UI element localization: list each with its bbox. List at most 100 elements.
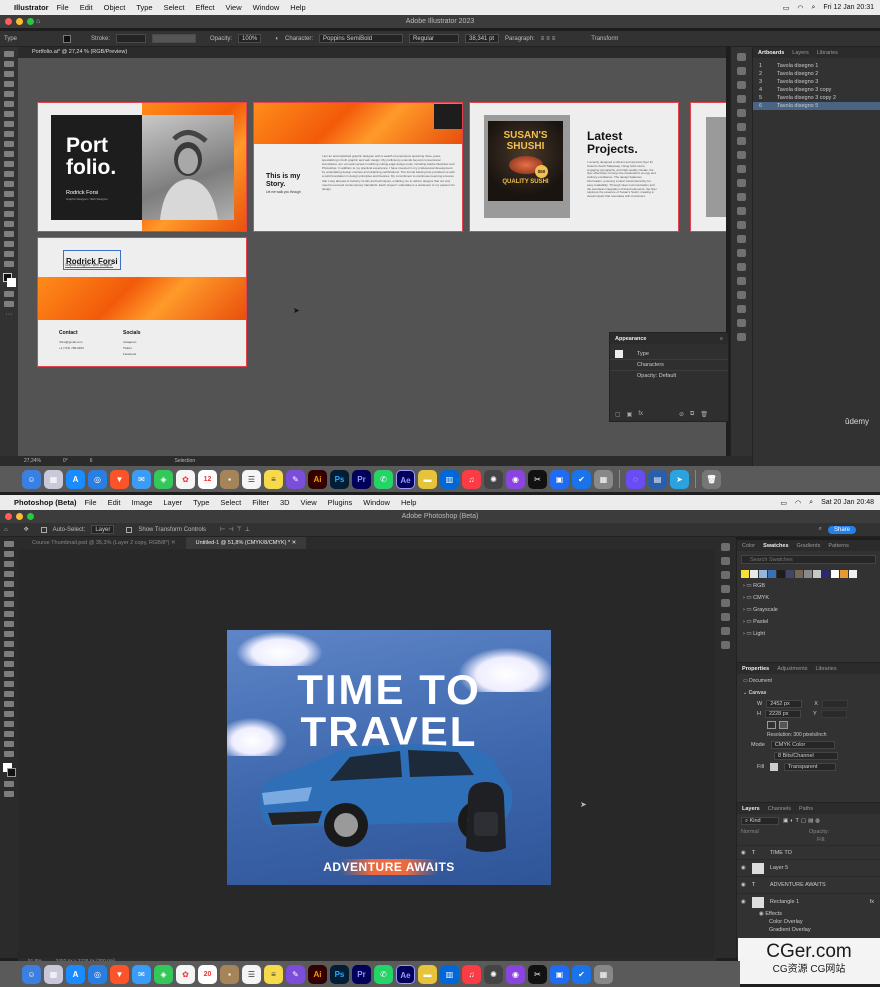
layer-row[interactable]: ◉ Rectangle 1 fx	[737, 893, 880, 910]
eraser-tool-icon[interactable]	[4, 151, 14, 157]
calculator-icon[interactable]: ▦	[594, 469, 613, 489]
reminders-icon[interactable]: ☰	[242, 469, 261, 489]
tasks-icon[interactable]: ✔	[572, 469, 591, 489]
safari-icon[interactable]: ◎	[88, 469, 107, 489]
character-link[interactable]: Character:	[285, 36, 313, 42]
direct-selection-tool-icon[interactable]	[4, 61, 14, 67]
swatch-chip[interactable]	[750, 570, 758, 578]
swatch-chip[interactable]	[840, 570, 848, 578]
screen-mode-icon[interactable]	[4, 301, 14, 307]
capcut-icon[interactable]: ✂	[528, 469, 547, 489]
ai-doc-tab[interactable]: Portfolio.ai* @ 27,24 % (RGB/Preview)	[18, 47, 726, 58]
height-field[interactable]: 2228 px	[764, 710, 801, 718]
tab-color[interactable]: Color	[742, 543, 755, 549]
layer-filter-icons[interactable]: ▣◐T▢▤◍	[783, 818, 822, 824]
fill-swatch[interactable]	[770, 763, 779, 771]
x-field[interactable]	[821, 700, 848, 708]
eyedropper-tool-icon[interactable]	[4, 221, 14, 227]
magic-wand-tool-icon[interactable]	[4, 71, 14, 77]
portrait-orientation-icon[interactable]	[767, 721, 776, 729]
after-effects-icon[interactable]: Ae	[396, 964, 415, 984]
appearance-characters-row[interactable]: Characters	[610, 359, 728, 370]
preview-icon[interactable]: ▤	[648, 469, 667, 489]
podcasts-icon[interactable]: ◉	[506, 469, 525, 489]
whatsapp-icon[interactable]: ✆	[374, 964, 393, 984]
ai-menu-edit[interactable]: Edit	[80, 3, 93, 12]
blend-tool-icon[interactable]	[4, 231, 14, 237]
close-icon[interactable]	[5, 18, 12, 25]
artboard-row[interactable]: 1 Tavola disegno 1	[753, 62, 880, 70]
path-selection-tool-icon[interactable]	[4, 721, 14, 727]
ps-clock[interactable]: Sat 20 Jan 20:48	[821, 499, 874, 506]
swatch-chip[interactable]	[813, 570, 821, 578]
layers-panel-icon[interactable]	[737, 305, 746, 313]
blend-mode-dropdown[interactable]: Normal	[741, 829, 785, 835]
artboard-3[interactable]: SUSAN'S SHUSHI $50 QUALITY SUSHI Latest …	[469, 102, 679, 232]
pathfinder-panel-icon[interactable]	[737, 221, 746, 229]
fx-icon[interactable]: fx	[638, 411, 643, 418]
font-field[interactable]: Poppins SemiBold	[319, 34, 404, 43]
tab-libraries[interactable]: Libraries	[815, 666, 836, 672]
selection-tool-icon[interactable]	[4, 51, 14, 57]
effect-item[interactable]: Color Overlay	[737, 918, 880, 926]
trello-icon[interactable]: ▥	[440, 964, 459, 984]
ai-angle-field[interactable]: 0°	[63, 456, 68, 466]
add-fill-icon[interactable]: ▣	[627, 411, 633, 418]
ps-menu-help[interactable]: Help	[401, 498, 416, 507]
healing-brush-tool-icon[interactable]	[4, 621, 14, 627]
tasks-icon[interactable]: ✔	[572, 964, 591, 984]
artboard-tool-icon[interactable]	[4, 241, 14, 247]
swatch-chip[interactable]	[849, 570, 857, 578]
mode-dropdown[interactable]: CMYK Color	[770, 741, 835, 749]
stroke-panel-icon[interactable]	[737, 151, 746, 159]
quick-mask-icon[interactable]	[4, 781, 14, 787]
tab-libraries[interactable]: Libraries	[817, 50, 838, 56]
battery-icon[interactable]: ▭	[780, 499, 787, 507]
visibility-eye-icon[interactable]: ◉	[741, 846, 746, 859]
width-field[interactable]: 2452 px	[766, 700, 803, 708]
minimize-icon[interactable]	[16, 18, 23, 25]
ps-menu-plugins[interactable]: Plugins	[328, 498, 353, 507]
align-icons[interactable]: ≡≡≡	[541, 36, 558, 42]
mail-icon[interactable]: ✉	[132, 964, 151, 984]
fill-dropdown[interactable]: Transparent	[784, 763, 837, 771]
type-tool-icon[interactable]	[4, 121, 14, 127]
brush-settings-icon[interactable]	[720, 585, 730, 593]
photos-icon[interactable]: ✿	[176, 469, 195, 489]
draw-mode-icon[interactable]	[4, 291, 14, 297]
zoom-tool-icon[interactable]	[4, 261, 14, 267]
notes-icon[interactable]: ≡	[264, 964, 283, 984]
libraries-panel-icon[interactable]	[737, 67, 746, 75]
eyedropper-tool-icon[interactable]	[4, 611, 14, 617]
tab-swatches[interactable]: Swatches	[763, 543, 788, 549]
artboard-row[interactable]: 3 Tavola disegno 3	[753, 78, 880, 86]
capcut-icon[interactable]: ✂	[528, 964, 547, 984]
dodge-tool-icon[interactable]	[4, 691, 14, 697]
swatch-group[interactable]: › ▭ CMYK	[737, 594, 880, 602]
music-icon[interactable]: ♫	[462, 469, 481, 489]
opentype-panel-icon[interactable]	[737, 277, 746, 285]
notes-box-icon[interactable]: ▪	[220, 964, 239, 984]
after-effects-icon[interactable]: Ae	[396, 469, 415, 489]
panel-menu-icon[interactable]: ≡	[720, 336, 723, 342]
duplicate-item-icon[interactable]: ⧉	[690, 411, 694, 418]
launchpad-icon[interactable]: ▦	[44, 469, 63, 489]
history-panel-icon[interactable]	[720, 543, 730, 551]
gradient-tool-icon[interactable]	[4, 211, 14, 217]
folder-icon[interactable]: ▬	[418, 964, 437, 984]
swatch-group[interactable]: › ▭ Light	[737, 630, 880, 638]
doc-tab-course-thumbnail[interactable]: Course Thumbnail.psd @ 35,3% (Layer 2 co…	[18, 537, 186, 549]
artboard-row[interactable]: 5 Tavola disegno 3 copy 2	[753, 94, 880, 102]
paragraph-panel-icon[interactable]	[720, 613, 730, 621]
transform-controls-checkbox[interactable]	[126, 526, 133, 533]
illustrator-icon[interactable]: Ai	[308, 964, 327, 984]
notes-box-icon[interactable]: ▪	[220, 469, 239, 489]
travel-poster[interactable]: TIME TO TRAVEL ADVENTURE AWAITS	[227, 630, 551, 885]
home-icon[interactable]: ⌂	[36, 15, 40, 28]
move-tool-icon[interactable]: ✥	[24, 526, 29, 533]
app-store-icon[interactable]: A	[66, 469, 85, 489]
align-icons[interactable]: ⊢⊣⊤⊥	[220, 526, 253, 533]
properties-panel-icon[interactable]	[737, 53, 746, 61]
ps-app-menu[interactable]: Photoshop (Beta)	[14, 498, 77, 507]
effect-item[interactable]: Gradient Overlay	[737, 926, 880, 934]
